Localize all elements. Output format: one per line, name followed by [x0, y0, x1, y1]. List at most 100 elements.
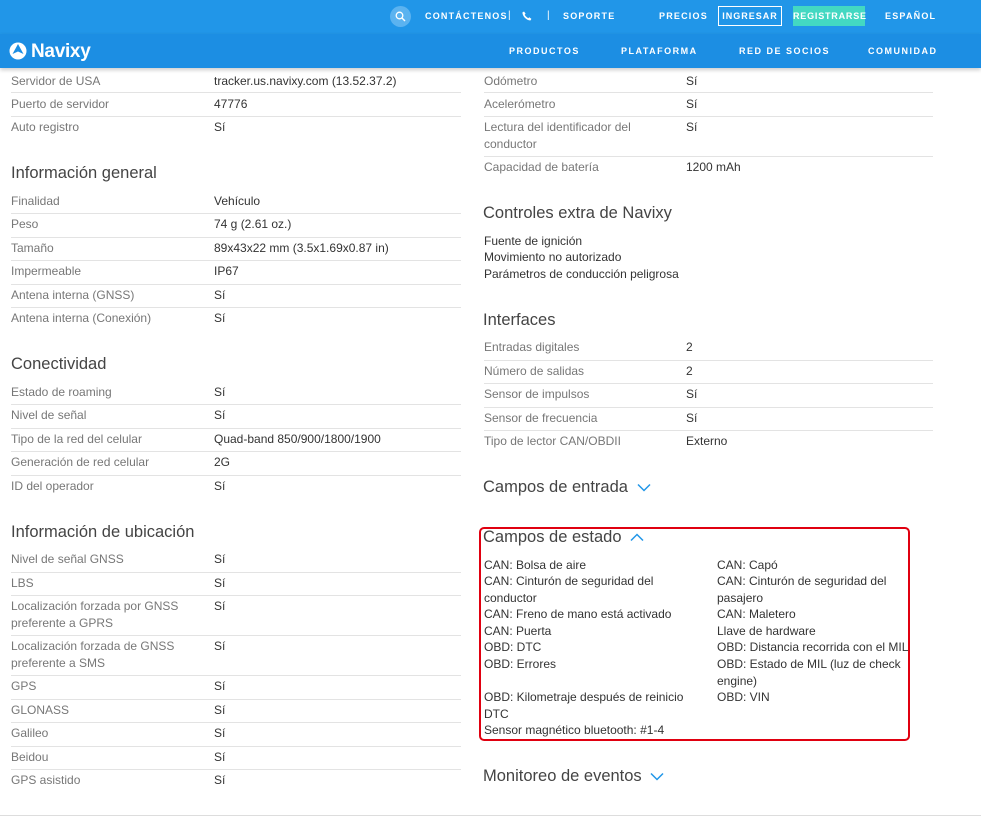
- spec-label: Lectura del identificador del conductor: [484, 120, 631, 151]
- navixy-logo-icon[interactable]: [9, 41, 27, 61]
- search-icon: [395, 11, 406, 22]
- spec-label: Tamaño: [11, 241, 54, 255]
- divider: |: [547, 10, 550, 21]
- spec-row: Acelerómetro Sí: [484, 96, 933, 117]
- spec-value: Sí: [214, 703, 226, 717]
- login-button[interactable]: INGRESAR: [718, 6, 782, 26]
- spec-row: Peso 74 g (2.61 oz.): [11, 216, 461, 238]
- spec-row: ID del operador Sí: [11, 478, 461, 499]
- spec-row: Localización forzada por GNSS preferente…: [11, 598, 461, 636]
- spec-row: Antena interna (GNSS) Sí: [11, 287, 461, 308]
- spec-value: 2: [686, 364, 693, 378]
- contact-link[interactable]: CONTÁCTENOS: [425, 11, 508, 21]
- spec-label: Puerto de servidor: [11, 97, 110, 111]
- support-link[interactable]: SOPORTE: [563, 11, 615, 21]
- spec-row: Puerto de servidor 47776: [11, 96, 461, 117]
- spec-label: GLONASS: [11, 703, 70, 717]
- spec-row: Generación de red celular 2G: [11, 454, 461, 476]
- nav-products[interactable]: PRODUCTOS: [509, 46, 580, 56]
- section-title-extra-controls: Controles extra de Navixy: [483, 204, 672, 222]
- spec-row: Beidou Sí: [11, 749, 461, 770]
- highlight-box: [479, 527, 910, 741]
- spec-value: Sí: [686, 411, 698, 425]
- brand-name[interactable]: Navixy: [31, 41, 91, 63]
- spec-label: Acelerómetro: [484, 97, 556, 111]
- spec-label: Antena interna (GNSS): [11, 288, 135, 302]
- spec-label: Auto registro: [11, 120, 80, 134]
- spec-row: LBS Sí: [11, 575, 461, 596]
- nav-platform[interactable]: PLATAFORMA: [621, 46, 698, 56]
- spec-row: GPS Sí: [11, 678, 461, 700]
- spec-value: Sí: [686, 97, 698, 111]
- search-button[interactable]: [390, 6, 411, 27]
- spec-label: Galileo: [11, 726, 49, 740]
- spec-value: Sí: [214, 479, 226, 493]
- spec-row: Capacidad de batería 1200 mAh: [484, 159, 933, 180]
- spec-label: Nivel de señal GNSS: [11, 552, 124, 566]
- nav-partner-network[interactable]: RED DE SOCIOS: [739, 46, 830, 56]
- spec-row: Entradas digitales 2: [484, 339, 933, 361]
- spec-label: Beidou: [11, 750, 49, 764]
- language-selector[interactable]: ESPAÑOL: [885, 11, 936, 21]
- spec-label: GPS asistido: [11, 773, 81, 787]
- spec-value: Sí: [214, 726, 226, 740]
- spec-label: Tipo de la red del celular: [11, 432, 142, 446]
- divider: [0, 815, 981, 816]
- register-button[interactable]: REGISTRARSE: [793, 6, 866, 26]
- spec-value: Sí: [214, 639, 226, 653]
- spec-row: Sensor de impulsos Sí: [484, 386, 933, 408]
- spec-row: Sensor de frecuencia Sí: [484, 410, 933, 431]
- chevron-down-icon: [637, 484, 651, 492]
- nav-community[interactable]: COMUNIDAD: [868, 46, 938, 56]
- spec-row: Impermeable IP67: [11, 263, 461, 285]
- spec-row: Antena interna (Conexión) Sí: [11, 310, 461, 331]
- spec-value: Quad-band 850/900/1800/1900: [214, 432, 381, 446]
- spec-label: Finalidad: [11, 194, 60, 208]
- spec-value: Sí: [214, 679, 226, 693]
- spec-value: Sí: [214, 408, 226, 422]
- spec-value: 2G: [214, 455, 231, 469]
- list-item: Fuente de ignición: [484, 234, 583, 248]
- prices-link[interactable]: PRECIOS: [659, 11, 708, 21]
- spec-row: Servidor de USA tracker.us.navixy.com (1…: [11, 72, 461, 93]
- spec-value: Sí: [214, 576, 226, 590]
- spec-label: LBS: [11, 576, 34, 590]
- divider: |: [508, 10, 511, 21]
- spec-label: Impermeable: [11, 264, 82, 278]
- input-fields-toggle[interactable]: Campos de entrada: [483, 478, 651, 497]
- phone-icon[interactable]: [522, 11, 532, 21]
- spec-label: Servidor de USA: [11, 74, 101, 88]
- spec-value: Sí: [214, 120, 226, 134]
- spec-value: Sí: [686, 387, 698, 401]
- section-title-location: Información de ubicación: [11, 523, 195, 541]
- events-toggle[interactable]: Monitoreo de eventos: [483, 767, 664, 786]
- list-item: Movimiento no autorizado: [484, 250, 622, 264]
- spec-row: Número de salidas 2: [484, 363, 933, 384]
- spec-row: Finalidad Vehículo: [11, 193, 461, 214]
- spec-label: ID del operador: [11, 479, 94, 493]
- spec-value: Sí: [214, 311, 226, 325]
- spec-row: Nivel de señal GNSS Sí: [11, 551, 461, 573]
- spec-row: GLONASS Sí: [11, 702, 461, 723]
- spec-value: 47776: [214, 97, 248, 111]
- spec-label: Generación de red celular: [11, 455, 150, 469]
- spec-row: Localización forzada de GNSS preferente …: [11, 638, 461, 676]
- spec-row: Tipo de la red del celular Quad-band 850…: [11, 431, 461, 452]
- spec-row: Tamaño 89x43x22 mm (3.5x1.69x0.87 in): [11, 240, 461, 261]
- spec-label: Localización forzada de GNSS preferente …: [11, 639, 175, 670]
- spec-label: Nivel de señal: [11, 408, 87, 422]
- spec-value: tracker.us.navixy.com (13.52.37.2): [214, 74, 397, 88]
- spec-value: 74 g (2.61 oz.): [214, 217, 292, 231]
- spec-row: Estado de roaming Sí: [11, 384, 461, 405]
- spec-label: Número de salidas: [484, 364, 585, 378]
- spec-label: Odómetro: [484, 74, 538, 88]
- spec-row: Odómetro Sí: [484, 72, 933, 93]
- section-title-general: Información general: [11, 164, 157, 182]
- spec-row: GPS asistido Sí: [11, 772, 461, 793]
- spec-label: Capacidad de batería: [484, 160, 599, 174]
- spec-value: 1200 mAh: [686, 160, 741, 174]
- spec-label: Entradas digitales: [484, 340, 580, 354]
- spec-value: Vehículo: [214, 194, 261, 208]
- spec-label: Sensor de impulsos: [484, 387, 590, 401]
- spec-value: Sí: [686, 120, 698, 134]
